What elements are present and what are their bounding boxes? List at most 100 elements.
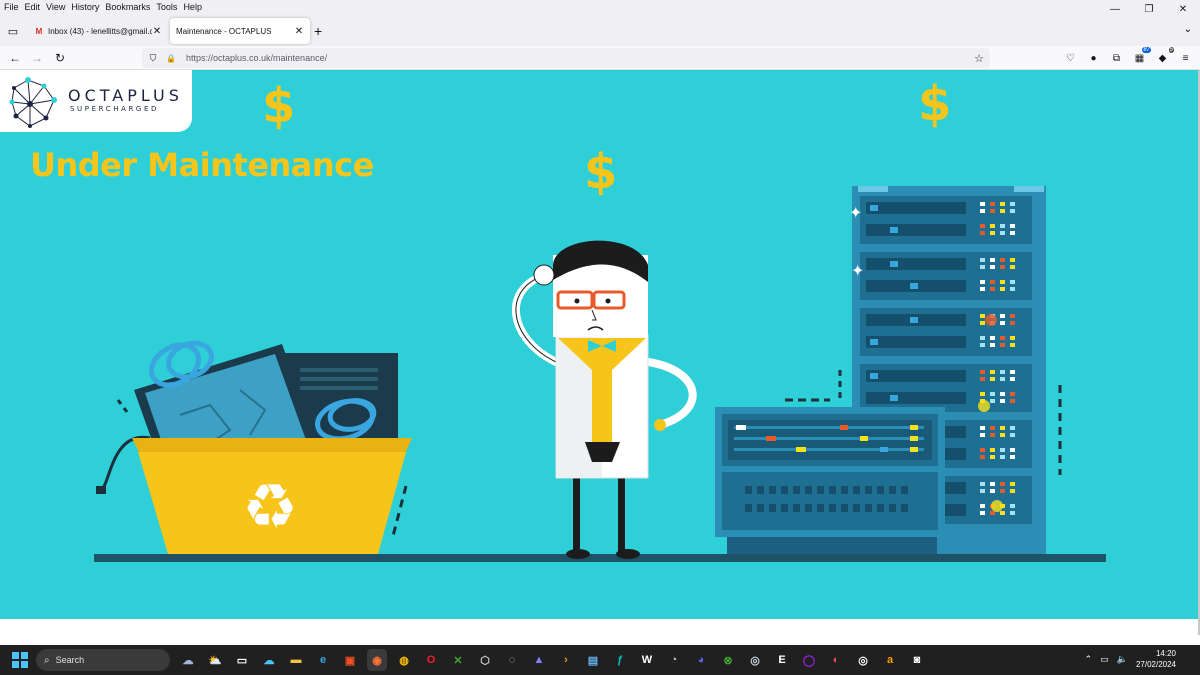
steam-icon[interactable]: ◎ [745, 649, 765, 671]
amazon-icon[interactable]: a [880, 649, 900, 671]
status-led [980, 511, 985, 515]
status-led [1000, 287, 1005, 291]
ea-icon[interactable]: ◐ [826, 649, 846, 671]
drive-light [870, 373, 878, 379]
status-led [980, 209, 985, 213]
explorer-icon[interactable]: ▬ [286, 649, 306, 671]
logo-tagline: SUPERCHARGED [70, 105, 159, 113]
status-led [990, 426, 995, 430]
menu-bookmarks[interactable]: Bookmarks [102, 2, 153, 12]
cloud-widget-icon[interactable]: ☁ [178, 649, 198, 671]
menu-file[interactable]: File [0, 2, 22, 12]
extension-badge-icon[interactable]: ▦ 87 [1131, 47, 1151, 67]
taskview-icon[interactable]: ▭ [232, 649, 252, 671]
store-icon[interactable]: ▣ [340, 649, 360, 671]
menu-icon[interactable]: ≡ [1177, 49, 1194, 67]
proton-icon[interactable]: ▲ [529, 649, 549, 671]
status-led [1010, 265, 1015, 269]
status-led [990, 202, 995, 206]
logo-card[interactable]: OCTAPLUS SUPERCHARGED [0, 70, 192, 132]
close-tab-icon[interactable]: ✕ [294, 26, 304, 37]
start-button[interactable] [12, 652, 28, 668]
taskbar-search[interactable]: ⌕ Search [36, 649, 170, 671]
drive-light [910, 317, 918, 323]
account-icon[interactable]: ● [1085, 49, 1102, 67]
url-bar[interactable]: ⛉ 🔒 https://octaplus.co.uk/maintenance/ … [142, 48, 990, 68]
app-icon-2[interactable]: ƒ [610, 649, 630, 671]
url-text[interactable]: https://octaplus.co.uk/maintenance/ [186, 53, 327, 63]
lock-icon[interactable]: 🔒 [164, 54, 178, 63]
volume-icon[interactable]: 🔈 [1117, 654, 1128, 665]
unit-led [840, 425, 848, 430]
page-heading: Under Maintenance [30, 146, 374, 184]
toolbar-icons: ♡ ● ⧉ ▦ 87 ◆ 5 ≡ [1062, 47, 1194, 67]
menu-tools[interactable]: Tools [153, 2, 180, 12]
status-led [980, 377, 985, 381]
app-icon-3[interactable]: ◔ [664, 649, 684, 671]
glow-led [978, 400, 990, 412]
recycle-bin: ♻ [132, 438, 412, 554]
status-led [1010, 399, 1015, 403]
wordpress-icon[interactable]: W [637, 649, 657, 671]
discord-icon[interactable]: ◕ [691, 649, 711, 671]
app-icon-5[interactable]: ◎ [853, 649, 873, 671]
status-led [990, 392, 995, 396]
menu-history[interactable]: History [68, 2, 102, 12]
photos-icon[interactable]: ▤ [583, 649, 603, 671]
tab-list-icon[interactable]: ▭ [4, 22, 22, 40]
vent-slot [841, 486, 848, 494]
display-icon[interactable]: ▭ [1100, 654, 1109, 665]
nav-bar: ← → ↻ ⛉ 🔒 https://octaplus.co.uk/mainten… [0, 46, 1200, 70]
status-led [990, 209, 995, 213]
vent-slot [901, 486, 908, 494]
tab-inbox[interactable]: M Inbox (43) - lenellitts@gmail.co ✕ [28, 18, 168, 44]
shield-icon[interactable]: ⛉ [146, 53, 160, 64]
vent-slot [745, 486, 752, 494]
clock[interactable]: 14:20 27/02/2024 [1136, 648, 1176, 670]
recycle-icon: ♻ [242, 470, 298, 543]
app-icon-4[interactable]: ◯ [799, 649, 819, 671]
onedrive-icon[interactable]: ☁ [259, 649, 279, 671]
glyph: ● [1090, 52, 1097, 64]
new-tab-button[interactable]: + [314, 23, 322, 39]
drive-light [890, 261, 898, 267]
status-led [1000, 336, 1005, 340]
status-led [1000, 370, 1005, 374]
xbox-app-icon[interactable]: ✕ [448, 649, 468, 671]
opera-icon[interactable]: O [421, 649, 441, 671]
forward-button[interactable]: → [28, 49, 46, 67]
pocket-icon[interactable]: ♡ [1062, 49, 1079, 67]
edge-icon[interactable]: e [313, 649, 333, 671]
epic-icon[interactable]: E [772, 649, 792, 671]
weather-icon[interactable]: ⛅ [205, 649, 225, 671]
chrome-icon[interactable]: ◍ [394, 649, 414, 671]
menu-edit[interactable]: Edit [22, 2, 44, 12]
tab-maintenance[interactable]: Maintenance - OCTAPLUS ✕ [170, 18, 310, 98]
status-led [990, 280, 995, 284]
status-led [980, 265, 985, 269]
firefox-icon[interactable]: ◉ [367, 649, 387, 671]
bookmark-star-icon[interactable]: ☆ [974, 52, 984, 65]
app-icon-6[interactable]: ◙ [907, 649, 927, 671]
menu-view[interactable]: View [43, 2, 68, 12]
xbox-icon[interactable]: ⊗ [718, 649, 738, 671]
tray-chevron-icon[interactable]: ⌃ [1085, 654, 1093, 665]
extensions-icon[interactable]: ⧉ [1108, 49, 1125, 67]
app-icon-1[interactable]: ◌ [502, 649, 522, 671]
unity-icon[interactable]: ⬡ [475, 649, 495, 671]
list-all-tabs-icon[interactable]: ⌄ [1184, 24, 1192, 35]
close-tab-icon[interactable]: ✕ [152, 26, 162, 37]
vent-slot [757, 486, 764, 494]
vent-slot [817, 504, 824, 512]
sparkle-icon: ✦ [849, 205, 862, 222]
back-button[interactable]: ← [6, 49, 24, 67]
extension-red-icon[interactable]: ◆ 5 [1154, 47, 1174, 67]
menu-help[interactable]: Help [180, 2, 205, 12]
status-led [1000, 455, 1005, 459]
unit-line [734, 437, 924, 440]
vent-slot [853, 486, 860, 494]
plex-icon[interactable]: › [556, 649, 576, 671]
reload-button[interactable]: ↻ [51, 49, 69, 67]
status-led [1010, 321, 1015, 325]
status-led [980, 202, 985, 206]
